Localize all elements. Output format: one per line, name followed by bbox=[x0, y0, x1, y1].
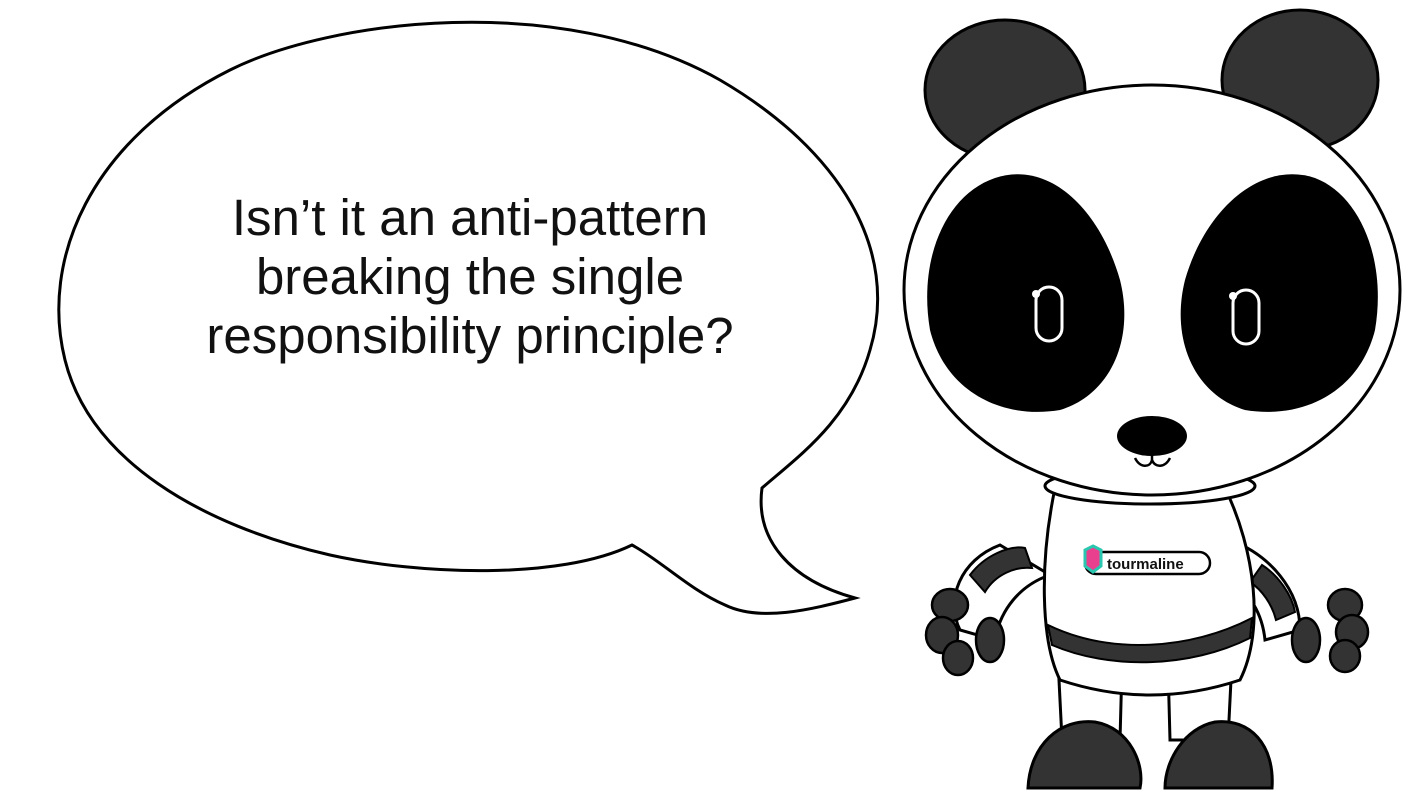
illustration: tourmaline bbox=[57, 8, 1402, 790]
left-foot bbox=[1026, 720, 1143, 790]
nose bbox=[1117, 416, 1187, 456]
panda-mascot: tourmaline bbox=[902, 8, 1402, 790]
gem-icon bbox=[1083, 544, 1103, 574]
logo-text: tourmaline bbox=[1107, 556, 1184, 573]
speech-line-1: Isn’t it an anti-pattern bbox=[231, 189, 709, 246]
right-eye bbox=[1231, 288, 1261, 346]
speech-line-3: responsibility principle? bbox=[206, 307, 734, 365]
left-eye-sparkle bbox=[1032, 290, 1040, 298]
speech-line-2: breaking the single bbox=[255, 248, 685, 306]
right-eye-sparkle bbox=[1229, 292, 1237, 300]
left-eye bbox=[1034, 285, 1064, 343]
right-hand bbox=[1290, 587, 1370, 674]
torso bbox=[1042, 486, 1256, 697]
speech-bubble-text: Isn’t it an anti-pattern breaking the si… bbox=[140, 188, 800, 365]
